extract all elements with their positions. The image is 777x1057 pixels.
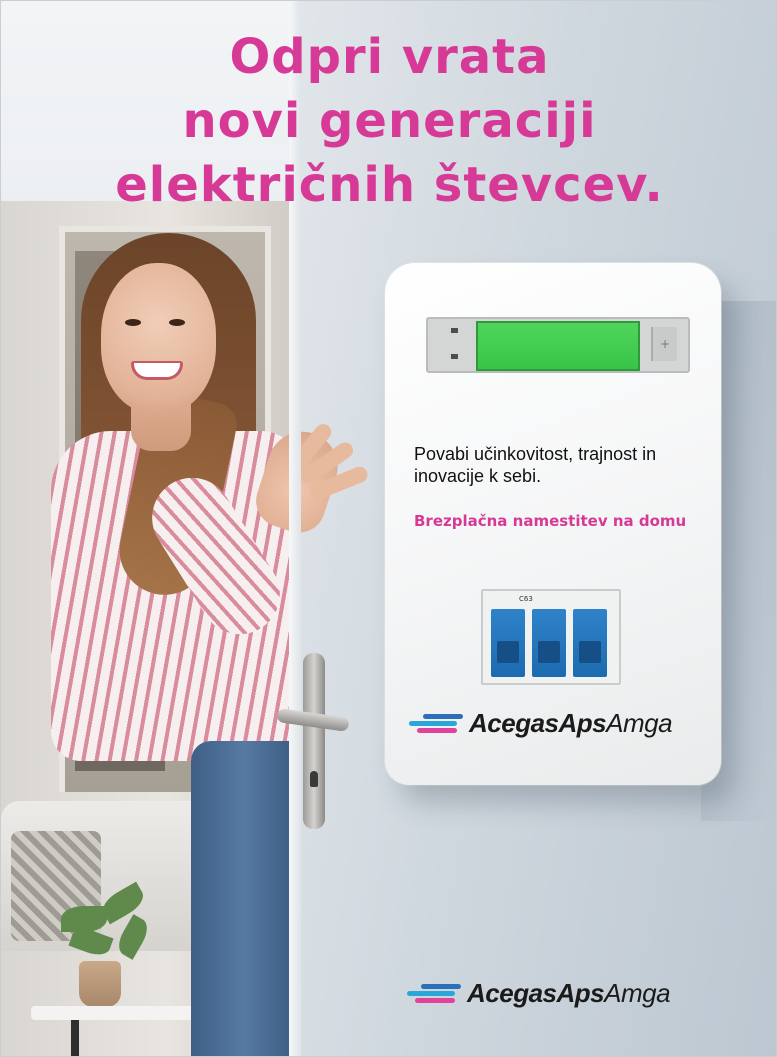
footer-brand-logo: AcegasApsAmga: [407, 973, 671, 1013]
smile: [131, 361, 183, 380]
keyhole-icon: [310, 771, 318, 787]
meter-lcd-screen: [476, 321, 640, 371]
headline: Odpri vrata novi generaciji električnih …: [1, 25, 776, 217]
face: [101, 263, 216, 413]
door-handle-plate: [303, 653, 325, 829]
headline-line-3: električnih števcev.: [115, 157, 664, 213]
display-indicator-dot: [451, 354, 458, 359]
breaker-label: C63: [519, 595, 533, 603]
headline-line-2: novi generaciji: [182, 93, 597, 149]
breaker-switch: [538, 641, 560, 663]
meter-body-text: Povabi učinkovitost, trajnost in inovaci…: [414, 444, 657, 486]
brand-mark-icon: [407, 982, 461, 1004]
right-eye: [169, 319, 185, 326]
display-button: +: [651, 327, 677, 361]
breaker-switch: [579, 641, 601, 663]
meter-cta-text: Brezplačna namestitev na domu: [414, 512, 687, 530]
brand-name: AcegasApsAmga: [469, 707, 673, 738]
left-eye: [125, 319, 141, 326]
headline-line-1: Odpri vrata: [229, 29, 550, 85]
brand-name: AcegasApsAmga: [467, 977, 671, 1008]
jeans: [191, 741, 297, 1056]
display-indicator-dot: [451, 328, 458, 333]
advertisement-poster: Odpri vrata novi generaciji električnih …: [0, 0, 777, 1057]
brand-mark-icon: [409, 712, 463, 734]
breaker-switch: [497, 641, 519, 663]
meter-brand-logo: AcegasApsAmga: [409, 703, 673, 743]
